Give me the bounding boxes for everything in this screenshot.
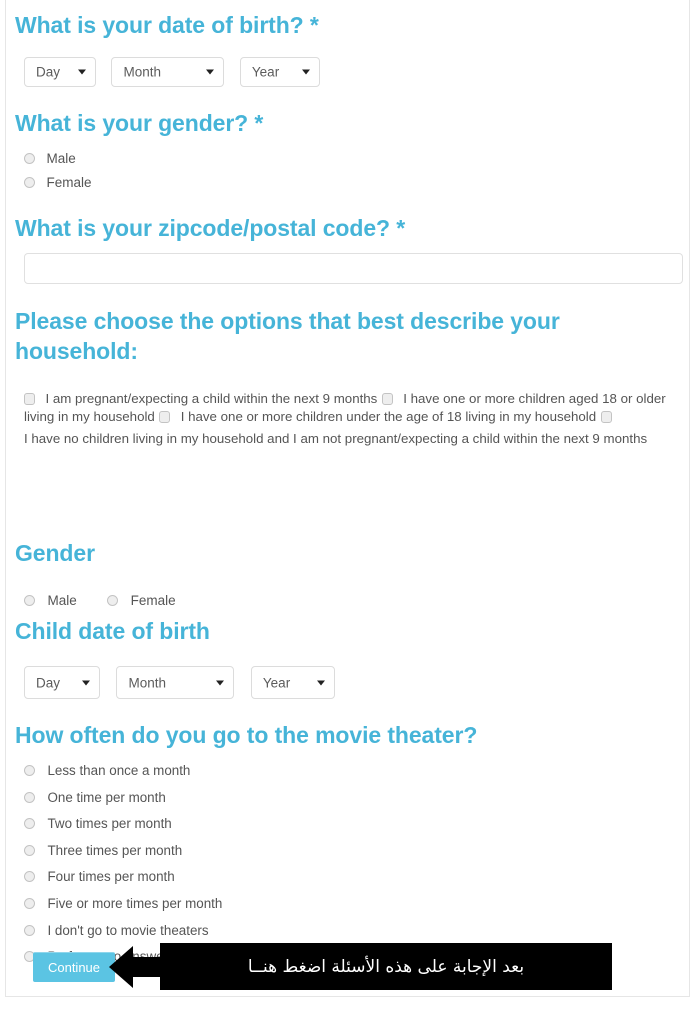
radio-icon[interactable] xyxy=(24,177,35,188)
radio-icon[interactable] xyxy=(24,791,35,803)
chevron-down-icon xyxy=(78,69,86,75)
chevron-down-icon xyxy=(82,680,90,685)
household-option-pregnant[interactable]: I am pregnant/expecting a child within t… xyxy=(24,390,382,407)
gender-option-female[interactable]: Female xyxy=(24,174,91,192)
household-option-children-under-18-label: I have one or more children under the ag… xyxy=(180,409,597,424)
radio-icon[interactable] xyxy=(24,765,35,776)
child-dob-month-select[interactable]: Month xyxy=(116,666,235,699)
dob-year-select[interactable]: Year xyxy=(239,57,320,87)
dob-year-select-label: Year xyxy=(251,64,280,80)
movie-option-dont-go[interactable]: I don't go to movie theaters xyxy=(24,922,222,940)
radio-icon[interactable] xyxy=(24,871,35,883)
question-heading-gender: What is your gender? * xyxy=(15,110,264,136)
dob-month-select[interactable]: Month xyxy=(111,57,225,87)
child-date-of-birth-select-row: Day Month Year xyxy=(24,666,347,699)
movie-option-3-label: Three times per month xyxy=(47,842,183,858)
question-heading-household: Please choose the options that best desc… xyxy=(15,308,560,365)
dob-day-select-label: Day xyxy=(36,64,61,80)
question-heading-child-gender: Gender xyxy=(15,540,95,566)
gender-option-female-label: Female xyxy=(46,175,92,190)
child-gender-option-female[interactable]: Female xyxy=(107,592,176,610)
child-gender-option-male-label: Male xyxy=(47,593,77,608)
radio-icon[interactable] xyxy=(24,844,35,856)
date-of-birth-select-row: Day Month Year xyxy=(24,57,331,87)
movie-option-5-label: Five or more times per month xyxy=(47,895,223,911)
household-option-children-under-18[interactable]: I have one or more children under the ag… xyxy=(159,408,600,425)
movie-option-four-times-per-month[interactable]: Four times per month xyxy=(24,868,222,886)
continue-button[interactable]: Continue xyxy=(33,952,115,982)
chevron-down-icon xyxy=(316,680,325,685)
child-dob-day-select-label: Day xyxy=(36,675,61,690)
radio-icon[interactable] xyxy=(24,897,35,909)
child-dob-year-select-label: Year xyxy=(262,675,291,690)
household-checkbox-group: I am pregnant/expecting a child within t… xyxy=(24,390,674,449)
annotation-banner: بعد الإجابة على هذه الأسئلة اضغط هنــا xyxy=(160,943,612,990)
checkbox-icon[interactable] xyxy=(381,393,393,405)
movie-option-three-times-per-month[interactable]: Three times per month xyxy=(24,842,222,860)
checkbox-icon[interactable] xyxy=(159,411,171,423)
household-option-pregnant-label: I am pregnant/expecting a child within t… xyxy=(45,391,378,406)
movie-option-less-than-once-a-month[interactable]: Less than once a month xyxy=(24,762,222,780)
annotation-banner-text: بعد الإجابة على هذه الأسئلة اضغط هنــا xyxy=(247,956,525,977)
child-gender-option-male[interactable]: Male xyxy=(24,592,77,610)
radio-icon[interactable] xyxy=(24,153,35,164)
movie-option-1-label: One time per month xyxy=(47,789,166,805)
child-dob-month-select-label: Month xyxy=(128,675,166,690)
zipcode-input[interactable] xyxy=(24,253,683,284)
question-heading-zipcode: What is your zipcode/postal code? * xyxy=(15,215,406,241)
question-heading-date-of-birth: What is your date of birth? * xyxy=(15,12,319,38)
survey-page: What is your date of birth? * Day Month … xyxy=(0,0,697,1024)
movie-option-6-label: I don't go to movie theaters xyxy=(47,922,209,938)
checkbox-icon[interactable] xyxy=(24,393,35,405)
movie-option-2-label: Two times per month xyxy=(47,816,172,832)
dob-month-select-label: Month xyxy=(123,64,161,80)
radio-icon[interactable] xyxy=(24,818,35,830)
question-heading-child-date-of-birth: Child date of birth xyxy=(15,618,210,644)
movie-option-0-label: Less than once a month xyxy=(47,763,191,778)
checkbox-icon[interactable] xyxy=(600,411,612,423)
dob-day-select[interactable]: Day xyxy=(24,57,96,87)
question-heading-movie-frequency: How often do you go to the movie theater… xyxy=(15,722,478,748)
movie-option-two-times-per-month[interactable]: Two times per month xyxy=(24,815,222,833)
movie-option-five-or-more-times-per-month[interactable]: Five or more times per month xyxy=(24,895,222,913)
movie-option-one-time-per-month[interactable]: One time per month xyxy=(24,789,222,807)
radio-icon[interactable] xyxy=(24,595,35,606)
chevron-down-icon xyxy=(206,69,215,75)
child-gender-radio-group: Male Female xyxy=(24,592,202,610)
child-dob-day-select[interactable]: Day xyxy=(24,666,100,699)
child-dob-year-select[interactable]: Year xyxy=(250,666,335,699)
chevron-down-icon xyxy=(301,69,310,75)
gender-radio-group: Male Female xyxy=(24,150,91,198)
radio-icon[interactable] xyxy=(107,595,119,606)
gender-option-male-label: Male xyxy=(46,151,76,166)
radio-icon[interactable] xyxy=(24,924,35,936)
household-option-no-children-label: I have no children living in my househol… xyxy=(24,431,648,446)
chevron-down-icon xyxy=(216,680,225,685)
child-gender-option-female-label: Female xyxy=(130,593,176,608)
survey-panel: What is your date of birth? * Day Month … xyxy=(5,0,690,997)
gender-option-male[interactable]: Male xyxy=(24,150,91,168)
movie-option-4-label: Four times per month xyxy=(47,869,175,885)
